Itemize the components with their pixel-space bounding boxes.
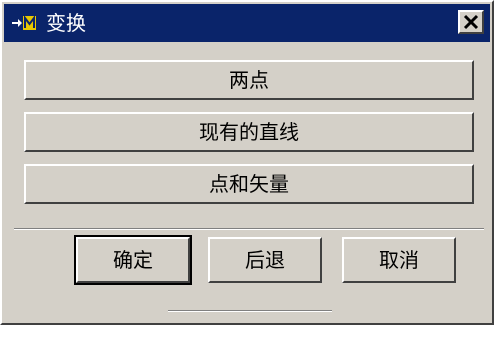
back-button[interactable]: 后退 xyxy=(208,237,322,283)
app-logo-icon xyxy=(12,14,38,32)
close-icon xyxy=(463,14,479,30)
window-title: 变换 xyxy=(46,11,86,35)
separator xyxy=(14,228,484,230)
point-and-vector-button[interactable]: 点和矢量 xyxy=(24,164,474,204)
two-points-button[interactable]: 两点 xyxy=(24,60,474,100)
close-button[interactable] xyxy=(458,10,484,34)
transform-dialog: 变换 两点 现有的直线 点和矢量 确定 后退 取消 xyxy=(0,0,494,325)
cancel-button[interactable]: 取消 xyxy=(342,237,456,283)
existing-line-button[interactable]: 现有的直线 xyxy=(24,112,474,152)
title-bar[interactable]: 变换 xyxy=(4,4,490,42)
resize-grip[interactable] xyxy=(168,310,332,312)
ok-button[interactable]: 确定 xyxy=(74,235,192,285)
